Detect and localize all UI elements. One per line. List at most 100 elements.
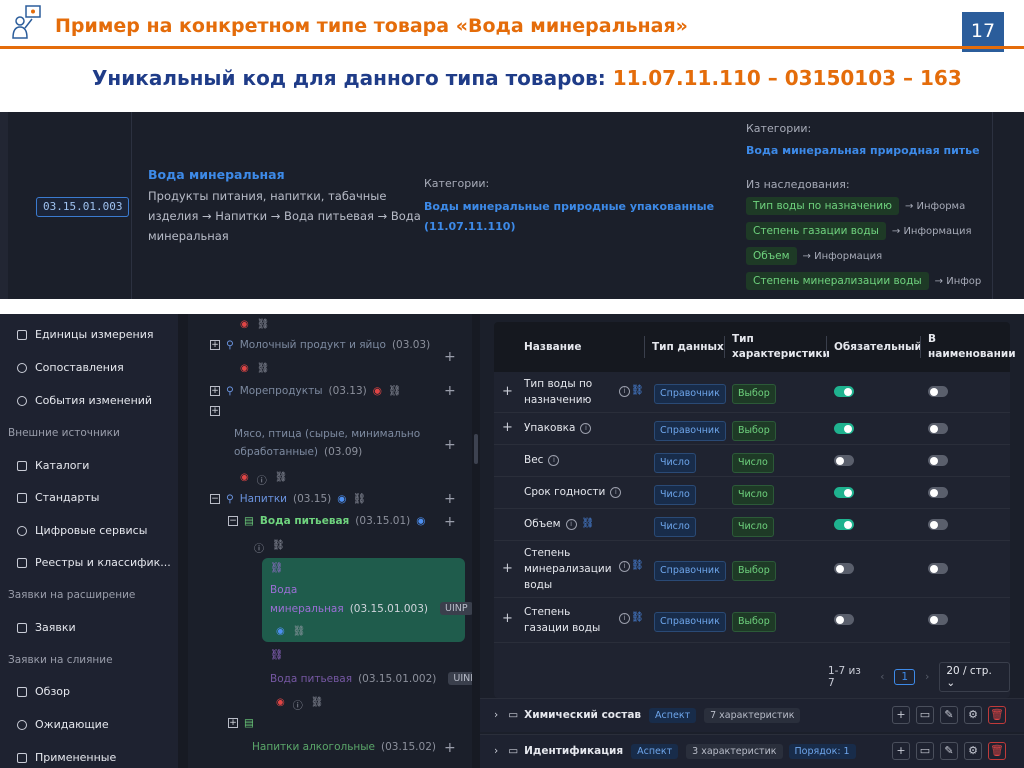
scroll-thumb[interactable] [474,434,478,464]
link-icon[interactable]: ⛓ [257,363,270,374]
info-icon[interactable]: ⓘ [257,472,267,487]
expand-icon[interactable]: + [210,340,220,350]
info-icon[interactable]: i [619,386,630,397]
link-icon[interactable]: ⛓ [311,697,324,712]
tree-node-meat-expander[interactable]: + [210,406,220,416]
add-button[interactable]: + [892,706,910,724]
sidebar-item-requests[interactable]: Заявки [17,621,76,634]
in-name-toggle[interactable] [928,386,948,397]
collapse-icon[interactable]: − [228,516,238,526]
accordion-chemical[interactable]: › ▭ Химический состав Аспект 7 характери… [480,698,1024,732]
info-icon[interactable]: i [548,454,560,466]
sidebar-item-change-events[interactable]: События изменений [17,394,152,407]
col-data-type[interactable]: Тип данных [652,322,732,372]
link-icon[interactable]: ⛓ [270,561,283,574]
in-name-toggle[interactable] [928,563,948,574]
info-icon[interactable]: i [619,561,630,572]
col-name[interactable]: Название [524,322,644,372]
edit-button[interactable]: ✎ [940,706,958,724]
sidebar-item-mappings[interactable]: Сопоставления [17,361,124,374]
add-icon[interactable]: + [444,438,456,452]
add-icon[interactable]: + [444,350,456,364]
tree-node-seafood[interactable]: + ⚲ Морепродукты (03.13) ◉ ⛓ [210,384,401,397]
in-name-toggle[interactable] [928,614,948,625]
folder-button[interactable]: ▭ [916,742,934,760]
category-link[interactable]: Воды минеральные природные упакованные [424,197,714,216]
eye-icon[interactable]: ◉ [416,515,425,527]
info-icon[interactable]: i [619,613,630,624]
tree-node-drinks[interactable]: − ⚲ Напитки (03.15) ◉ ⛓ [210,492,366,505]
sidebar-item-registries[interactable]: Реестры и классифик... [17,556,171,569]
chevron-right-icon[interactable]: › [494,709,498,721]
prev-page-icon[interactable]: ‹ [880,671,884,683]
required-toggle[interactable] [834,519,854,530]
inherited-tag[interactable]: Степень газации воды [746,222,886,240]
link-icon[interactable]: ⛓ [631,612,644,623]
delete-button[interactable]: 🗑 [988,706,1006,724]
sidebar-item-digital-services[interactable]: Цифровые сервисы [17,524,147,537]
required-toggle[interactable] [834,487,854,498]
tree-node-alcohol[interactable]: Напитки алкогольные (03.15.02) [252,741,436,753]
product-name-link[interactable]: Вода минеральная [148,167,285,182]
expand-row-icon[interactable]: + [502,384,513,399]
expand-row-icon[interactable]: + [502,611,513,626]
in-name-toggle[interactable] [928,519,948,530]
link-icon[interactable]: ⛓ [275,472,288,487]
link-icon[interactable]: ⛓ [582,516,595,532]
page-size-select[interactable]: 20 / стр. ⌄ [939,662,1010,692]
expand-icon[interactable]: + [228,718,238,728]
next-page-icon[interactable]: › [925,671,929,683]
required-toggle[interactable] [834,423,854,434]
in-name-toggle[interactable] [928,423,948,434]
add-button[interactable]: + [892,742,910,760]
tree-scrollbar[interactable] [472,314,480,768]
edit-button[interactable]: ✎ [940,742,958,760]
inherited-tag[interactable]: Степень минерализации воды [746,272,929,290]
expand-icon[interactable]: + [210,385,220,396]
required-toggle[interactable] [834,386,854,397]
info-icon[interactable]: ⓘ [293,697,303,712]
in-name-toggle[interactable] [928,455,948,466]
link-icon[interactable]: ⛓ [270,648,283,661]
collapse-icon[interactable]: − [210,493,220,504]
expand-row-icon[interactable]: + [502,561,513,576]
required-toggle[interactable] [834,455,854,466]
sidebar-item-catalogs[interactable]: Каталоги [17,459,89,472]
sidebar-item-standards[interactable]: Стандарты [17,491,99,504]
required-toggle[interactable] [834,563,854,574]
link-icon[interactable]: ⛓ [352,492,365,505]
settings-button[interactable]: ⚙ [964,742,982,760]
inherited-info[interactable]: → Информа [905,201,965,212]
inherited-info[interactable]: → Инфор [935,276,982,287]
category-code[interactable]: (11.07.11.110) [424,217,515,236]
add-icon[interactable]: + [444,384,456,398]
info-icon[interactable]: i [580,422,592,434]
add-icon[interactable]: + [444,492,456,506]
link-icon[interactable]: ⛓ [272,540,285,555]
eye-icon[interactable]: ◉ [337,493,346,505]
folder-button[interactable]: ▭ [916,706,934,724]
settings-button[interactable]: ⚙ [964,706,982,724]
page-number[interactable]: 1 [894,669,916,685]
col-char-type[interactable]: Тип характеристики [732,322,832,372]
info-icon[interactable]: i [610,486,622,498]
tree-node-dairy[interactable]: + ⚲ Молочный продукт и яйцо (03.03) [210,339,430,351]
expand-icon[interactable]: + [210,406,220,416]
tree-node-drinking-water-2[interactable]: Вода питьевая (03.15.01.002) UINP [270,672,481,685]
product-code-chip[interactable]: 03.15.01.003 [36,197,130,217]
link-icon[interactable]: ⛓ [257,319,270,330]
add-icon[interactable]: + [444,741,456,755]
tree-node-alcohol-expander[interactable]: + ▤ [228,717,254,729]
sidebar-item-pending[interactable]: Ожидающие [17,718,109,731]
tree-node-drinking-water[interactable]: − ▤ Вода питьевая (03.15.01) ◉ [228,515,425,527]
required-toggle[interactable] [834,614,854,625]
tree-node-mineral-line2[interactable]: минеральная (03.15.01.003) UINP [270,602,473,615]
col-in-name[interactable]: В наименовании [928,322,1016,372]
eye-icon[interactable]: ◉ [276,626,285,637]
inherited-tag[interactable]: Объем [746,247,797,265]
right-category-link[interactable]: Вода минеральная природная питье [746,141,980,160]
eye-off-icon[interactable]: ◉ [373,385,382,397]
expand-row-icon[interactable]: + [502,420,513,435]
info-icon[interactable]: i [565,518,577,530]
eye-off-icon[interactable]: ◉ [240,363,249,374]
